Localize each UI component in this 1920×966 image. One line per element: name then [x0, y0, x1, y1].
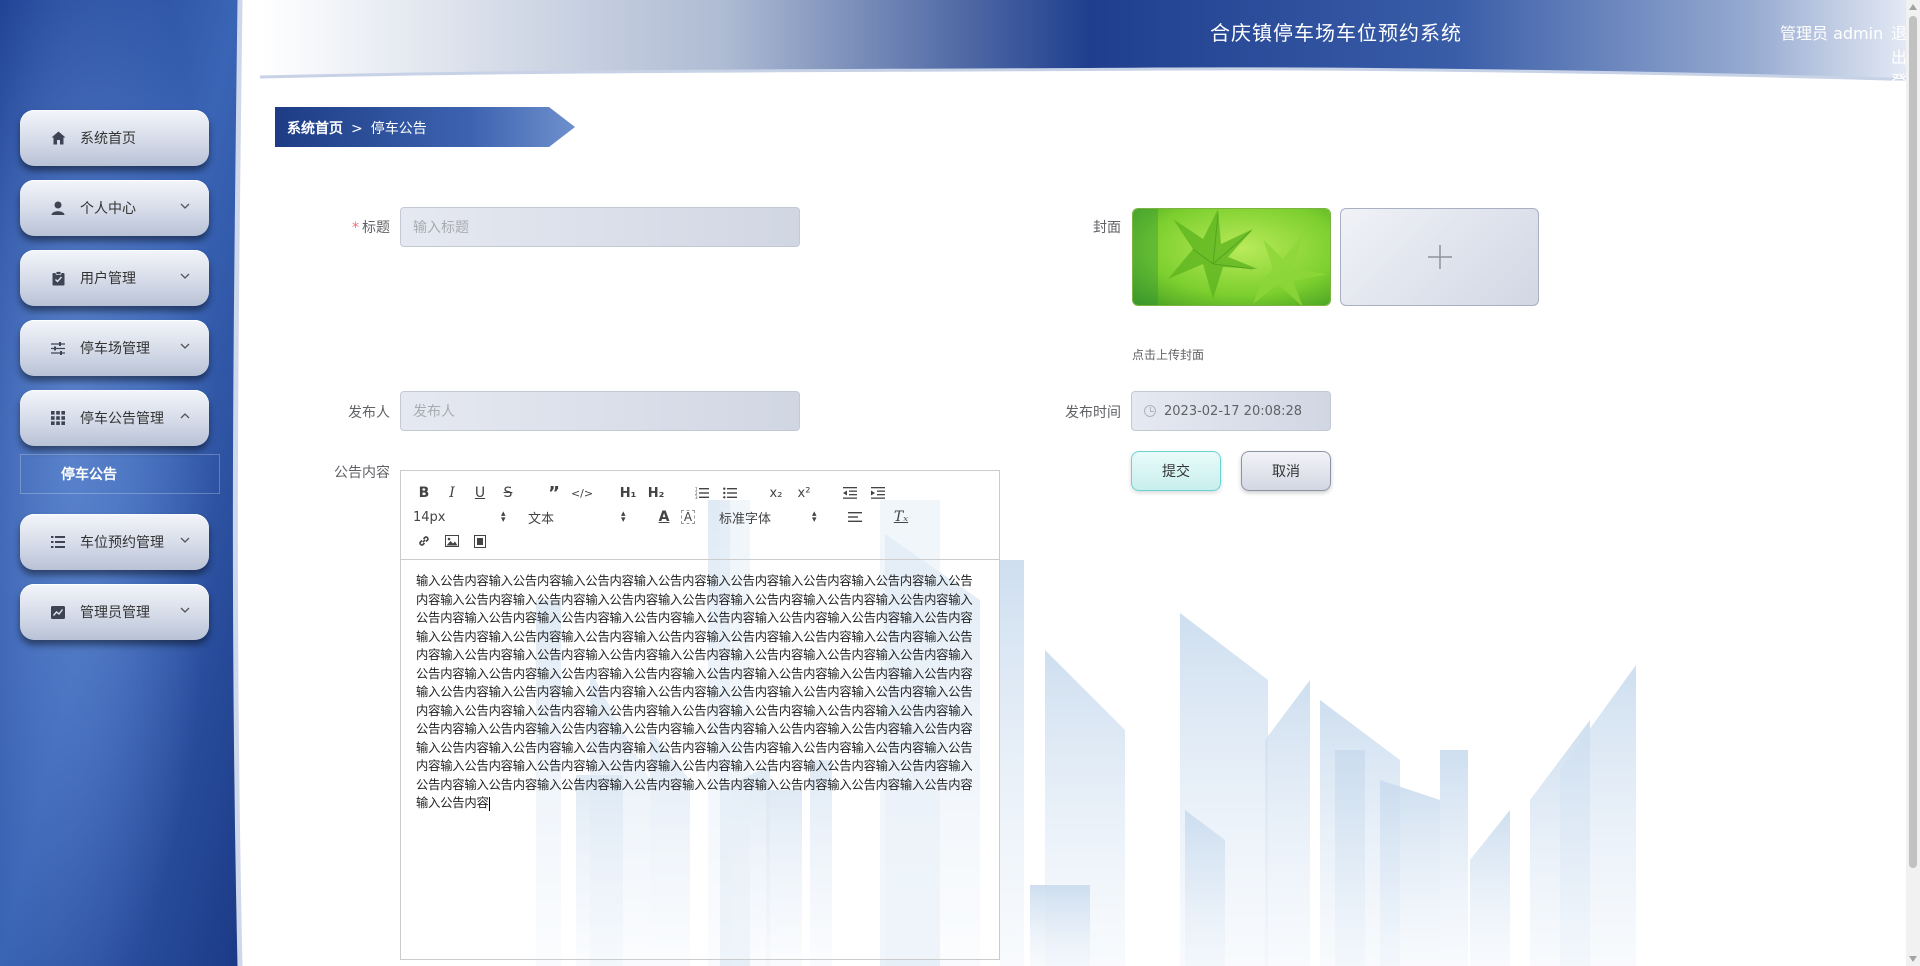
breadcrumb-separator: >	[351, 121, 363, 137]
publish-time-value: 2023-02-17 20:08:28	[1164, 403, 1303, 419]
align-icon[interactable]	[844, 506, 866, 528]
title-input-placeholder: 输入标题	[413, 220, 469, 236]
bold-icon[interactable]: B	[413, 482, 435, 504]
font-family-select[interactable]: 标准字体 ▴ ▾	[719, 508, 844, 527]
title-input[interactable]: 输入标题	[400, 207, 800, 247]
publisher-label: 发布人	[348, 405, 390, 421]
breadcrumb-text: 系统首页 > 停车公告	[287, 118, 427, 138]
sidebar-item-label: 管理员管理	[80, 605, 150, 621]
scroll-down-arrow-icon[interactable]	[1909, 956, 1917, 962]
user-icon	[50, 200, 66, 216]
required-asterisk: *	[352, 220, 359, 236]
list-icon	[50, 534, 66, 550]
sidebar-item-label: 停车公告管理	[80, 411, 164, 427]
video-icon[interactable]	[469, 530, 491, 552]
indent-icon[interactable]	[867, 482, 889, 504]
submit-button[interactable]: 提交	[1131, 451, 1221, 491]
superscript-icon[interactable]: x²	[793, 482, 815, 504]
sidebar-item-admin-management[interactable]: 管理员管理	[20, 584, 209, 640]
sidebar-item-reservation-management[interactable]: 车位预约管理	[20, 514, 209, 570]
scroll-thumb[interactable]	[1909, 16, 1917, 868]
publisher-input[interactable]: 发布人	[400, 391, 800, 431]
chevron-down-icon	[180, 203, 190, 209]
background-color-icon[interactable]: A	[681, 510, 695, 524]
editor-content[interactable]: 输入公告内容输入公告内容输入公告内容输入公告内容输入公告内容输入公告内容输入公告…	[401, 560, 999, 825]
select-caret-icon: ▴ ▾	[621, 509, 626, 525]
strikethrough-icon[interactable]: S	[497, 482, 519, 504]
sidebar-item-label: 停车场管理	[80, 341, 150, 357]
underline-icon[interactable]: U	[469, 482, 491, 504]
sidebar-item-announcement-management[interactable]: 停车公告管理	[20, 390, 209, 446]
sidebar-menu: 系统首页 个人中心 用户管理 停车场管理 停车公告管理 停车公告 车位预约管理 …	[20, 110, 220, 654]
sidebar-item-label: 个人中心	[80, 201, 136, 217]
subscript-icon[interactable]: x₂	[765, 482, 787, 504]
heading2-icon[interactable]: H₂	[645, 482, 667, 504]
cancel-button[interactable]: 取消	[1241, 451, 1331, 491]
scroll-up-arrow-icon[interactable]	[1909, 4, 1917, 10]
content-label: 公告内容	[334, 465, 390, 481]
heading1-icon[interactable]: H₁	[617, 482, 639, 504]
publish-time-picker[interactable]: 2023-02-17 20:08:28	[1131, 391, 1331, 431]
cover-upload-hint: 点击上传封面	[1132, 348, 1205, 362]
blockquote-icon[interactable]: ”	[543, 482, 565, 504]
grid-icon	[50, 410, 66, 426]
sidebar-item-label: 车位预约管理	[80, 535, 164, 551]
chart-icon	[50, 604, 66, 620]
font-color-icon[interactable]: A	[653, 506, 675, 528]
cover-image[interactable]	[1132, 208, 1331, 306]
text-cursor	[488, 796, 490, 811]
italic-icon[interactable]: I	[441, 482, 463, 504]
ordered-list-icon[interactable]: 123	[691, 482, 713, 504]
editor-toolbar: B I U S ” </> H₁ H₂ 123 x₂ x² 14px ▴ ▾ 文…	[401, 471, 999, 560]
sidebar: 系统首页 个人中心 用户管理 停车场管理 停车公告管理 停车公告 车位预约管理 …	[0, 0, 258, 966]
bullet-list-icon[interactable]	[719, 482, 741, 504]
image-icon[interactable]	[441, 530, 463, 552]
publish-time-label: 发布时间	[1065, 405, 1121, 421]
chevron-down-icon	[180, 273, 190, 279]
sidebar-item-user-management[interactable]: 用户管理	[20, 250, 209, 306]
publisher-input-placeholder: 发布人	[413, 404, 455, 420]
header: 合庆镇停车场车位预约系统 管理员 admin 退出登录	[258, 0, 1918, 82]
sliders-icon	[50, 340, 66, 356]
user-info: 管理员 admin	[1780, 24, 1884, 43]
sidebar-item-personal-center[interactable]: 个人中心	[20, 180, 209, 236]
site-title: 合庆镇停车场车位预约系统	[1210, 21, 1462, 45]
outdent-icon[interactable]	[839, 482, 861, 504]
sidebar-subitem-label: 停车公告	[61, 467, 117, 483]
sidebar-item-parking-lot-management[interactable]: 停车场管理	[20, 320, 209, 376]
clock-icon	[1144, 405, 1156, 417]
svg-text:3: 3	[695, 495, 698, 499]
clipboard-icon	[50, 270, 66, 286]
code-block-icon[interactable]: </>	[571, 482, 593, 504]
scrollbar[interactable]	[1906, 0, 1920, 966]
font-size-select[interactable]: 14px ▴ ▾	[413, 510, 528, 525]
title-label: * 标题	[352, 220, 390, 236]
clear-format-icon[interactable]: Tₓ	[890, 506, 912, 528]
sidebar-item-label: 用户管理	[80, 271, 136, 287]
leaf-image	[1133, 209, 1330, 305]
select-caret-icon: ▴ ▾	[812, 509, 817, 525]
sidebar-subitem-announcement[interactable]: 停车公告	[20, 454, 220, 494]
link-icon[interactable]	[413, 530, 435, 552]
home-icon	[50, 130, 66, 146]
plus-icon	[1427, 245, 1452, 269]
chevron-down-icon	[180, 343, 190, 349]
breadcrumb-current: 停车公告	[370, 121, 427, 137]
chevron-down-icon	[180, 537, 190, 543]
cover-upload-button[interactable]	[1340, 208, 1539, 306]
sidebar-item-label: 系统首页	[80, 131, 136, 147]
select-caret-icon: ▴ ▾	[501, 509, 506, 525]
chevron-up-icon	[180, 413, 190, 419]
sidebar-item-home[interactable]: 系统首页	[20, 110, 209, 166]
breadcrumb-home-link[interactable]: 系统首页	[287, 121, 343, 137]
rich-text-editor: B I U S ” </> H₁ H₂ 123 x₂ x² 14px ▴ ▾ 文…	[400, 470, 1000, 960]
cover-label: 封面	[1093, 220, 1121, 236]
chevron-down-icon	[180, 607, 190, 613]
header-background	[259, 0, 1918, 82]
text-type-select[interactable]: 文本 ▴ ▾	[528, 508, 653, 527]
